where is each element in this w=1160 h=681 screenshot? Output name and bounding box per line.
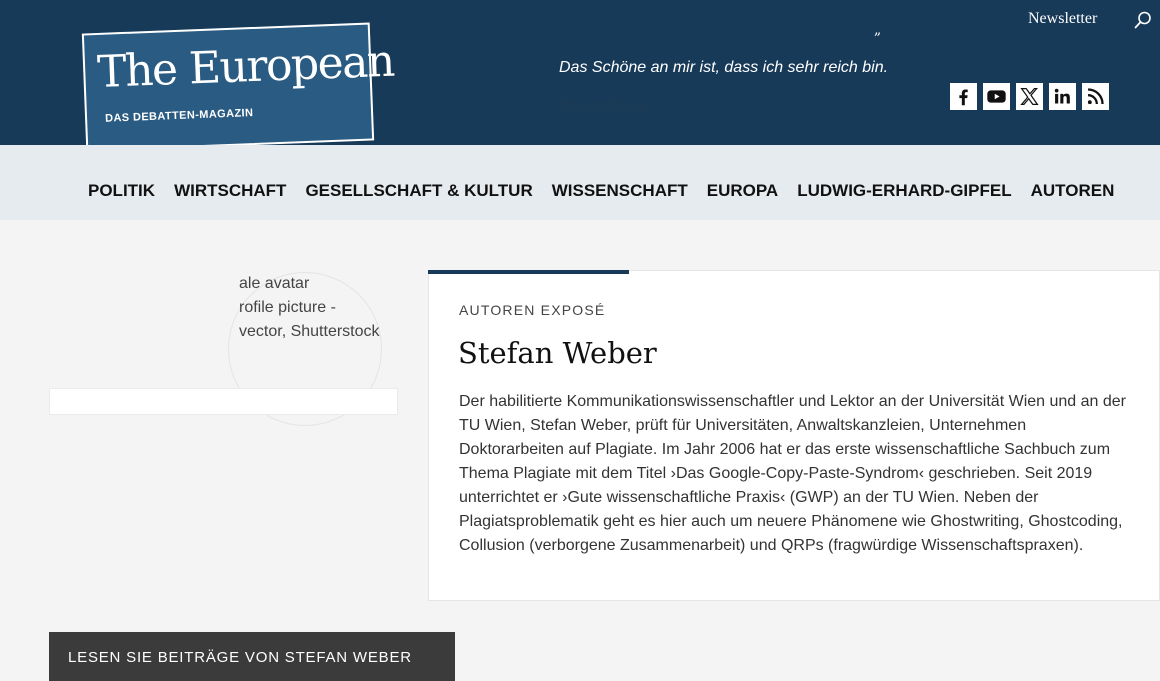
logo-title: The European xyxy=(96,35,395,98)
main-navigation: POLITIK WIRTSCHAFT GESELLSCHAFT & KULTUR… xyxy=(88,181,1114,201)
section-label: AUTOREN EXPOSÉ xyxy=(459,302,606,318)
rss-icon[interactable] xyxy=(1082,83,1109,110)
facebook-icon[interactable] xyxy=(950,83,977,110)
x-icon[interactable] xyxy=(1016,83,1043,110)
author-name: Stefan Weber xyxy=(458,336,657,370)
card-accent-bar xyxy=(428,270,629,274)
youtube-icon[interactable] xyxy=(983,83,1010,110)
read-articles-label: LESEN SIE BEITRÄGE VON STEFAN WEBER xyxy=(68,649,412,666)
nav-item-politik[interactable]: POLITIK xyxy=(88,181,155,201)
header-quote-author: “Donald Trump xyxy=(560,98,646,113)
nav-item-wissenschaft[interactable]: WISSENSCHAFT xyxy=(552,181,688,201)
search-icon[interactable] xyxy=(1134,11,1152,29)
header-quote-text: Das Schöne an mir ist, dass ich sehr rei… xyxy=(559,59,889,76)
quote-mark: „ xyxy=(874,22,882,38)
avatar-alt-line: rofile picture - xyxy=(239,299,336,316)
avatar-alt-text: ale avatar rofile picture - vector, Shut… xyxy=(239,272,389,344)
nav-item-wirtschaft[interactable]: WIRTSCHAFT xyxy=(174,181,286,201)
nav-item-autoren[interactable]: AUTOREN xyxy=(1031,181,1115,201)
author-sidebar-card xyxy=(49,388,398,415)
newsletter-link[interactable]: Newsletter xyxy=(1028,10,1097,28)
nav-item-ludwig-erhard-gipfel[interactable]: LUDWIG-ERHARD-GIPFEL xyxy=(797,181,1011,201)
nav-item-gesellschaft-kultur[interactable]: GESELLSCHAFT & KULTUR xyxy=(305,181,532,201)
social-links xyxy=(950,83,1109,110)
avatar-alt-line: ale avatar xyxy=(239,275,310,292)
site-logo[interactable]: The European DAS DEBATTEN-MAGAZIN xyxy=(81,22,395,152)
avatar-alt-line: vector, Shutterstock xyxy=(239,323,380,340)
linkedin-icon[interactable] xyxy=(1049,83,1076,110)
nav-item-europa[interactable]: EUROPA xyxy=(707,181,778,201)
logo-subtitle: DAS DEBATTEN-MAGAZIN xyxy=(104,107,254,125)
author-bio: Der habilitierte Kommunikationswissensch… xyxy=(459,393,1126,554)
read-articles-button[interactable]: LESEN SIE BEITRÄGE VON STEFAN WEBER xyxy=(49,632,455,681)
